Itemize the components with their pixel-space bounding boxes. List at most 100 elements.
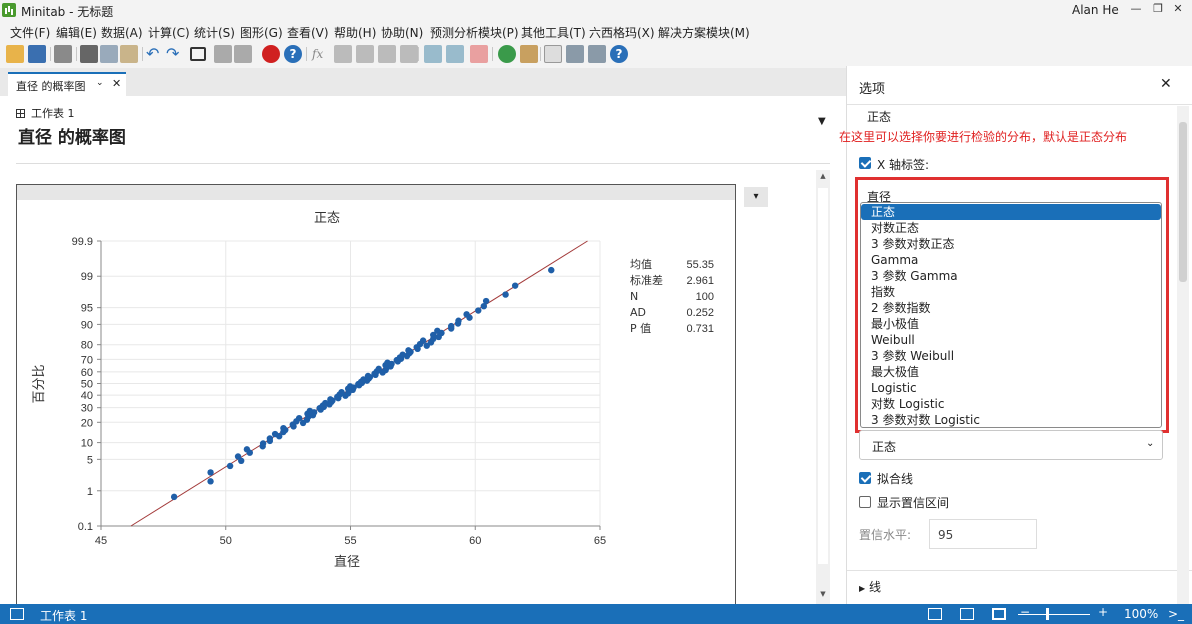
minimize-icon[interactable]: — bbox=[1126, 2, 1146, 20]
status-worksheet[interactable]: 工作表 1 bbox=[40, 607, 87, 624]
distribution-option[interactable]: Logistic bbox=[861, 380, 1161, 396]
redo-icon[interactable]: ↷ bbox=[166, 45, 184, 63]
menu-calc[interactable]: 计算(C) bbox=[148, 24, 190, 41]
print-icon[interactable] bbox=[54, 45, 72, 63]
data-point[interactable] bbox=[375, 365, 382, 373]
refresh-icon[interactable] bbox=[498, 45, 516, 63]
menu-help[interactable]: 帮助(H) bbox=[334, 24, 376, 41]
replace-icon[interactable] bbox=[234, 45, 252, 63]
help-icon[interactable]: ? bbox=[284, 45, 302, 63]
undo-icon[interactable]: ↶ bbox=[146, 45, 164, 63]
data-point[interactable] bbox=[234, 453, 242, 460]
distribution-select[interactable]: 正态 ⌄ bbox=[859, 430, 1163, 460]
data-point[interactable] bbox=[170, 493, 178, 501]
menu-edit[interactable]: 编辑(E) bbox=[56, 24, 97, 41]
menu-view[interactable]: 查看(V) bbox=[287, 24, 329, 41]
close-tab-icon[interactable]: ✕ bbox=[112, 77, 121, 90]
data-point[interactable] bbox=[511, 282, 519, 289]
worksheet-view-icon[interactable] bbox=[928, 608, 942, 620]
open-icon[interactable] bbox=[6, 45, 24, 63]
data-point[interactable] bbox=[280, 424, 287, 432]
publish-icon[interactable] bbox=[566, 45, 584, 63]
graph-icon[interactable] bbox=[446, 45, 464, 63]
lines-section-toggle[interactable]: ▶ 线 bbox=[859, 578, 881, 595]
data-point[interactable] bbox=[448, 322, 455, 330]
x-axis-label-checkbox[interactable] bbox=[859, 157, 871, 169]
menu-predictive[interactable]: 预测分析模块(P) bbox=[430, 24, 519, 41]
distribution-dropdown-list[interactable]: 正态 对数正态 3 参数对数正态 Gamma 3 参数 Gamma 指数 2 参数指数 最小极… bbox=[860, 202, 1162, 428]
copy-icon[interactable] bbox=[100, 45, 118, 63]
zoom-out-icon[interactable]: − bbox=[1020, 605, 1030, 619]
menu-data[interactable]: 数据(A) bbox=[101, 24, 143, 41]
menu-solutions[interactable]: 解决方案模块(M) bbox=[658, 24, 750, 41]
menu-stat[interactable]: 统计(S) bbox=[194, 24, 235, 41]
data-point[interactable] bbox=[364, 372, 372, 380]
data-point[interactable] bbox=[419, 337, 427, 344]
data-point[interactable] bbox=[295, 414, 303, 422]
user-name[interactable]: Alan He bbox=[1072, 3, 1119, 17]
data-point[interactable] bbox=[455, 317, 462, 324]
data-point[interactable] bbox=[259, 440, 267, 447]
scroll-up-icon[interactable]: ▲ bbox=[816, 172, 830, 180]
output-scrollbar[interactable]: ▲ ▼ bbox=[816, 170, 830, 604]
data-point[interactable] bbox=[327, 396, 334, 403]
distribution-option[interactable]: 最大极值 bbox=[861, 364, 1161, 380]
data-point[interactable] bbox=[207, 478, 214, 485]
data-point[interactable] bbox=[463, 311, 470, 318]
fit-line-checkbox[interactable] bbox=[859, 472, 871, 484]
scroll-thumb[interactable] bbox=[818, 188, 828, 564]
data-point[interactable] bbox=[405, 347, 412, 354]
output-view-icon[interactable] bbox=[992, 608, 1006, 620]
data-point[interactable] bbox=[548, 266, 555, 274]
new-report-icon[interactable] bbox=[544, 45, 562, 63]
data-point[interactable] bbox=[399, 351, 406, 358]
close-window-icon[interactable]: ✕ bbox=[1168, 2, 1188, 20]
show-ci-checkbox[interactable] bbox=[859, 496, 871, 508]
confidence-level-input[interactable]: 95 bbox=[929, 519, 1037, 549]
menu-graph[interactable]: 图形(G) bbox=[240, 24, 283, 41]
data-point[interactable] bbox=[266, 435, 274, 442]
distribution-option[interactable]: 3 参数对数正态 bbox=[861, 236, 1161, 252]
scroll-down-icon[interactable]: ▼ bbox=[816, 590, 830, 598]
chevron-down-icon[interactable]: ⌄ bbox=[96, 78, 104, 88]
data-point[interactable] bbox=[502, 291, 509, 298]
data-point[interactable] bbox=[482, 297, 490, 305]
eraser-icon[interactable] bbox=[470, 45, 488, 63]
data-point[interactable] bbox=[338, 388, 345, 396]
data-point[interactable] bbox=[346, 383, 354, 390]
info-help-icon[interactable]: ? bbox=[610, 45, 628, 63]
cut-icon[interactable] bbox=[80, 45, 98, 63]
zoom-slider[interactable] bbox=[1018, 614, 1090, 615]
tab-probability-plot[interactable]: 直径 的概率图 ⌄ ✕ bbox=[8, 72, 126, 96]
distribution-option[interactable]: 3 参数 Weibull bbox=[861, 348, 1161, 364]
paste-icon[interactable] bbox=[120, 45, 138, 63]
menu-assist[interactable]: 协助(N) bbox=[381, 24, 423, 41]
menu-six-sigma[interactable]: 六西格玛(X) bbox=[589, 24, 655, 41]
restore-icon[interactable]: ❐ bbox=[1148, 2, 1168, 20]
save-icon[interactable] bbox=[28, 45, 46, 63]
options-scroll-thumb[interactable] bbox=[1179, 122, 1187, 282]
distribution-option[interactable]: 3 参数 Gamma bbox=[861, 268, 1161, 284]
data-point[interactable] bbox=[271, 430, 279, 438]
export-icon[interactable] bbox=[588, 45, 606, 63]
data-point[interactable] bbox=[384, 359, 391, 366]
graph-menu-button[interactable]: ▾ bbox=[744, 187, 768, 207]
distribution-option[interactable]: 最小极值 bbox=[861, 316, 1161, 332]
options-scrollbar[interactable] bbox=[1177, 106, 1189, 604]
box-icon[interactable] bbox=[520, 45, 538, 63]
navigator-toggle-icon[interactable] bbox=[10, 608, 24, 620]
probability-plot-chart[interactable]: 0.115102030405060708090959999.945 50 55 60 6… bbox=[17, 200, 733, 604]
distribution-option[interactable]: 对数 Logistic bbox=[861, 396, 1161, 412]
command-line-icon[interactable]: >_ bbox=[1168, 607, 1184, 621]
distribution-option[interactable]: 正态 bbox=[861, 204, 1161, 220]
grid-view-icon[interactable] bbox=[960, 608, 974, 620]
distribution-option[interactable]: 对数正态 bbox=[861, 220, 1161, 236]
data-point[interactable] bbox=[226, 462, 234, 470]
collapse-caret-icon[interactable]: ▼ bbox=[818, 116, 826, 127]
move-columns-icon[interactable] bbox=[378, 45, 396, 63]
zoom-slider-knob[interactable] bbox=[1046, 608, 1049, 620]
menu-file[interactable]: 文件(F) bbox=[10, 24, 50, 41]
data-point[interactable] bbox=[434, 327, 441, 334]
zoom-in-icon[interactable]: + bbox=[1098, 605, 1108, 619]
distribution-option[interactable]: 指数 bbox=[861, 284, 1161, 300]
